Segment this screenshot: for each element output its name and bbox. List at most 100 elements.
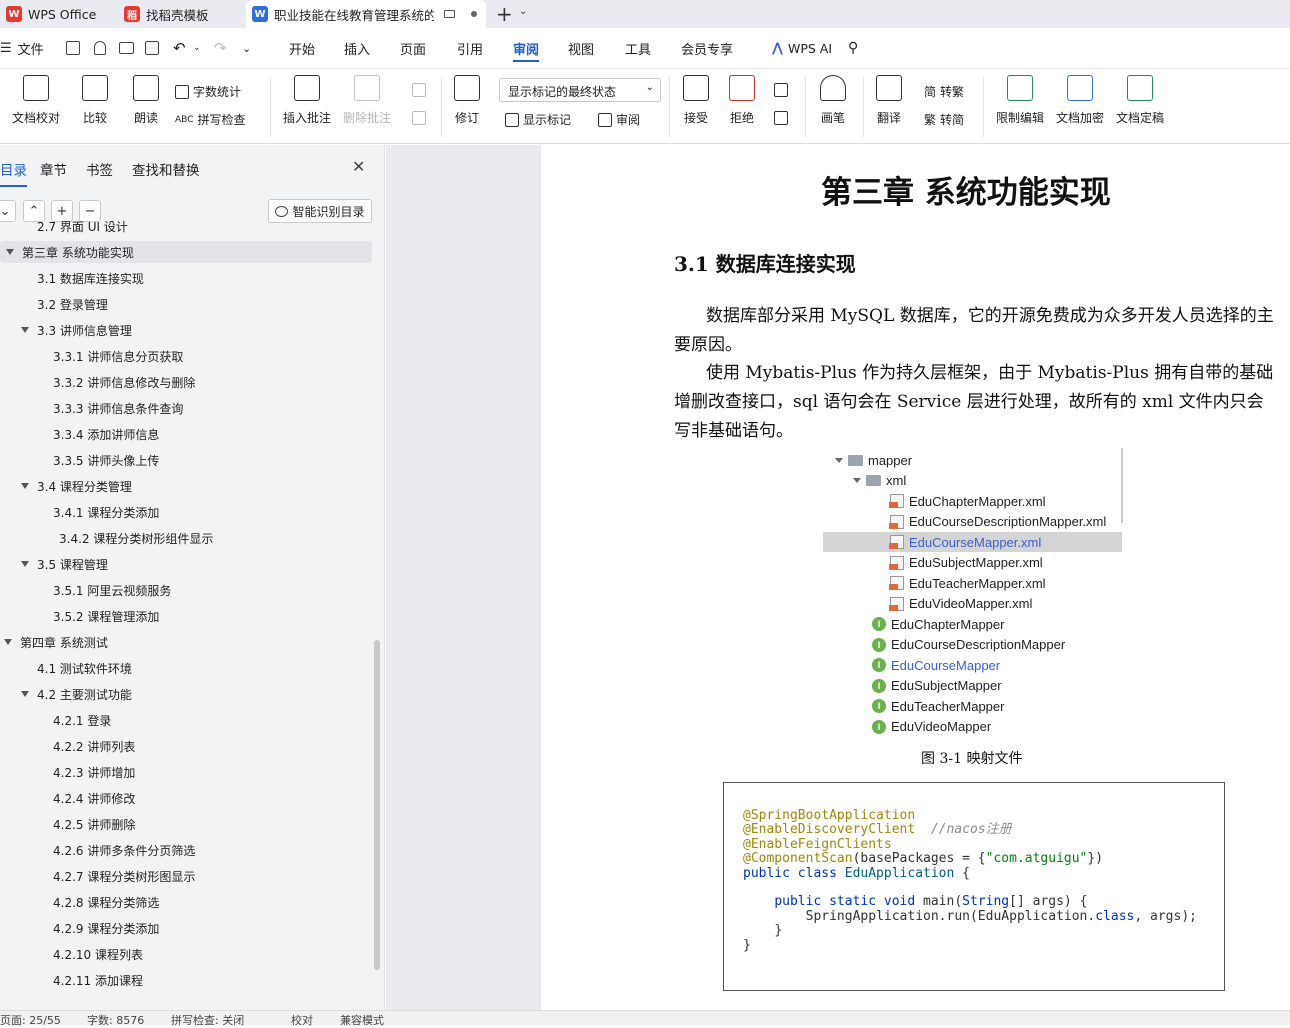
spell-check-button[interactable]: ABC 拼写检查 — [175, 111, 245, 128]
track-changes-button[interactable]: 修订 — [454, 75, 480, 126]
undo-dropdown-icon[interactable]: ⌄ — [193, 28, 201, 68]
pen-button[interactable]: 画笔 — [820, 75, 846, 126]
markup-display-select[interactable]: 显示标记的最终状态 ⌄ — [499, 78, 661, 102]
toc-item[interactable]: 4.2.4 讲师修改 — [53, 787, 135, 809]
tab-find-replace[interactable]: 查找和替换 — [132, 159, 200, 179]
toc-item[interactable]: 4.2.1 登录 — [53, 709, 111, 731]
menu-page[interactable]: 页面 — [400, 28, 426, 68]
toc-item[interactable]: 3.4.2 课程分类树形组件显示 — [59, 527, 213, 549]
toc-item[interactable]: 3.3.5 讲师头像上传 — [53, 449, 159, 471]
toc-item[interactable]: 3.5.1 阿里云视频服务 — [53, 579, 171, 601]
tab-wps-office[interactable]: W WPS Office — [0, 0, 110, 28]
toc-item[interactable]: 4.2.10 课程列表 — [53, 943, 143, 965]
collapse-arrow-icon[interactable] — [4, 639, 12, 645]
export-icon[interactable] — [94, 28, 106, 68]
toc-item[interactable]: 4.2.3 讲师增加 — [53, 761, 135, 783]
tab-list-chevron-icon[interactable]: ⌄ — [519, 6, 527, 17]
smart-toc-button[interactable]: 智能识别目录 — [268, 199, 372, 223]
insert-comment-button[interactable]: 插入批注 — [283, 75, 331, 126]
to-traditional-button[interactable]: 繁 转简 — [924, 111, 964, 128]
collapse-arrow-icon[interactable] — [21, 327, 29, 333]
toc-item[interactable]: 3.3 讲师信息管理 — [21, 319, 132, 341]
toc-item[interactable]: 3.3.1 讲师信息分页获取 — [53, 345, 183, 367]
toc-item[interactable]: 2.7 界面 UI 设计 — [37, 215, 128, 237]
status-spell-check[interactable]: 拼写检查: 关闭 — [171, 1012, 244, 1028]
menu-reference[interactable]: 引用 — [457, 28, 483, 68]
undo-icon[interactable]: ↶ — [173, 28, 186, 68]
menu-file[interactable]: ☰ 文件 — [0, 28, 44, 68]
collapse-arrow-icon[interactable] — [6, 249, 14, 255]
toc-item[interactable]: 4.2.2 讲师列表 — [53, 735, 135, 757]
toc-item[interactable]: 4.2.5 讲师删除 — [53, 813, 135, 835]
show-markup-button[interactable]: 显示标记 — [505, 111, 571, 128]
search-icon[interactable]: ⚲ — [848, 28, 858, 68]
toc-item[interactable]: 3.3.2 讲师信息修改与删除 — [53, 371, 195, 393]
close-icon[interactable]: ✕ — [352, 157, 365, 176]
accept-button[interactable]: 接受 — [683, 75, 709, 126]
toc-item[interactable]: 3.2 登录管理 — [37, 293, 108, 315]
toc-item[interactable]: 3.4.1 课程分类添加 — [53, 501, 159, 523]
sidebar-scrollbar[interactable] — [374, 640, 380, 970]
next-comment-icon[interactable] — [412, 111, 426, 125]
toc-item[interactable]: 4.2.9 课程分类添加 — [53, 917, 159, 939]
read-aloud-button[interactable]: 朗读 — [133, 75, 159, 126]
proofread-button[interactable]: 文档校对 — [12, 75, 60, 126]
expand-down-button[interactable]: ⌄ — [0, 200, 16, 222]
translate-button[interactable]: 翻译 — [876, 75, 902, 126]
menu-view[interactable]: 视图 — [568, 28, 594, 68]
redo-icon[interactable]: ↷ — [214, 28, 227, 68]
status-page[interactable]: 页面: 25/55 — [0, 1012, 61, 1028]
toc-item[interactable]: 4.2 主要测试功能 — [21, 683, 132, 705]
more-chevron-icon[interactable]: ⌄ — [242, 28, 251, 68]
status-word-count[interactable]: 字数: 8576 — [87, 1012, 144, 1028]
toc-item[interactable]: 4.2.11 添加课程 — [53, 969, 143, 991]
menu-review[interactable]: 审阅 — [513, 28, 540, 68]
encrypt-button[interactable]: 文档加密 — [1056, 75, 1104, 126]
document-page[interactable]: 第三章 系统功能实现 3.1 数据库连接实现 数据库部分采用 MySQL 数据库… — [541, 145, 1290, 1010]
prev-comment-icon[interactable] — [412, 83, 426, 97]
reject-button[interactable]: 拒绝 — [729, 75, 755, 126]
status-bar: 页面: 25/55 字数: 8576 拼写检查: 关闭 校对 兼容模式 — [0, 1010, 1290, 1028]
print-preview-icon[interactable] — [145, 28, 159, 68]
menu-home[interactable]: 开始 — [289, 28, 315, 68]
new-tab-button[interactable]: + — [496, 2, 513, 26]
toc-item[interactable]: 3.3.3 讲师信息条件查询 — [53, 397, 183, 419]
status-proofread[interactable]: 校对 — [291, 1012, 313, 1028]
toc-item[interactable]: 3.5.2 课程管理添加 — [53, 605, 159, 627]
finalize-button[interactable]: 文档定稿 — [1116, 75, 1164, 126]
print-icon[interactable] — [119, 28, 134, 68]
tab-bookmarks[interactable]: 书签 — [86, 159, 113, 179]
menu-insert[interactable]: 插入 — [344, 28, 370, 68]
toc-item[interactable]: 3.3.4 添加讲师信息 — [53, 423, 159, 445]
word-count-button[interactable]: 字数统计 — [175, 83, 241, 100]
tab-document[interactable]: W 职业技能在线教育管理系统的 — [246, 0, 486, 28]
toc-item[interactable]: 4.2.8 课程分类筛选 — [53, 891, 159, 913]
code-block: @SpringBootApplication @EnableDiscoveryC… — [723, 782, 1225, 991]
toc-item[interactable]: 4.1 测试软件环境 — [37, 657, 132, 679]
tab-template[interactable]: 稻 找稻壳模板 — [118, 0, 238, 28]
to-simplified-button[interactable]: 简 转繁 — [924, 83, 964, 100]
menu-tools[interactable]: 工具 — [625, 28, 651, 68]
restrict-edit-button[interactable]: 限制编辑 — [996, 75, 1044, 126]
compare-button[interactable]: 比较 — [82, 75, 108, 126]
next-change-icon[interactable] — [774, 111, 788, 125]
menu-wps-ai[interactable]: ⋀ WPS AI — [772, 28, 832, 68]
prev-change-icon[interactable] — [774, 83, 788, 97]
toc-item[interactable]: 3.1 数据库连接实现 — [37, 267, 144, 289]
monitor-icon[interactable] — [444, 10, 455, 18]
toc-item[interactable]: 4.2.6 讲师多条件分页筛选 — [53, 839, 195, 861]
toc-item[interactable]: 3.4 课程分类管理 — [21, 475, 132, 497]
tab-chapters[interactable]: 章节 — [40, 159, 67, 179]
delete-comment-button[interactable]: 删除批注 — [343, 75, 391, 126]
collapse-arrow-icon[interactable] — [21, 691, 29, 697]
save-icon[interactable] — [66, 28, 80, 68]
collapse-arrow-icon[interactable] — [21, 483, 29, 489]
toc-item[interactable]: 第四章 系统测试 — [4, 631, 108, 653]
toc-item[interactable]: 4.2.7 课程分类树形图显示 — [53, 865, 195, 887]
toc-item[interactable]: 3.5 课程管理 — [21, 553, 108, 575]
collapse-arrow-icon[interactable] — [21, 561, 29, 567]
tab-toc[interactable]: 目录 — [0, 159, 27, 187]
menu-member[interactable]: 会员专享 — [681, 28, 733, 68]
toc-item[interactable]: 第三章 系统功能实现 — [0, 241, 372, 263]
review-pane-button[interactable]: 审阅 — [598, 111, 640, 128]
